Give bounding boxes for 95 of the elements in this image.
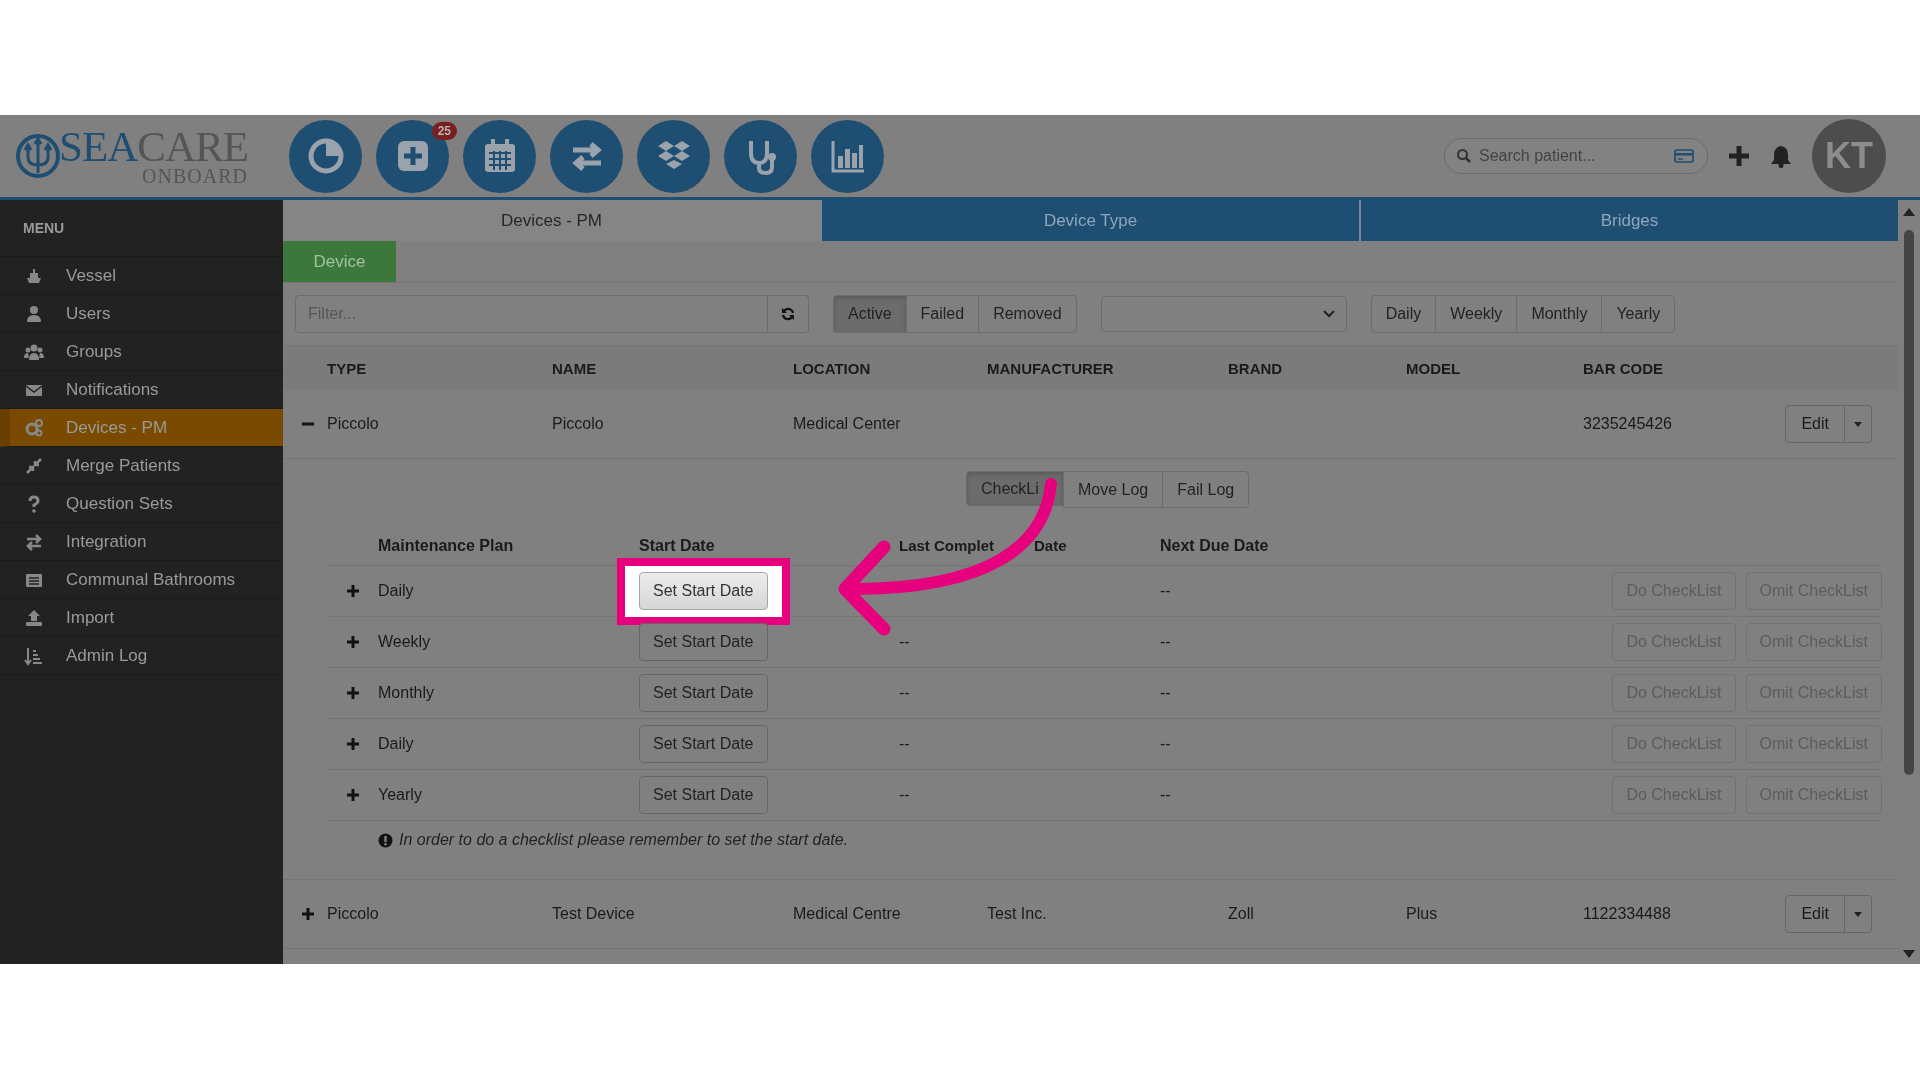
expand-icon[interactable] (345, 584, 360, 598)
edit-button[interactable]: Edit (1785, 405, 1845, 443)
expand-icon[interactable] (345, 737, 360, 751)
column-header: LOCATION (793, 359, 872, 377)
table-cell: Medical Center (793, 415, 901, 433)
column-header: Maintenance Plan (378, 537, 515, 555)
logo-text-sea: SEA (59, 123, 138, 170)
search-icon (1456, 148, 1472, 164)
compress-arrows-icon (24, 455, 44, 476)
table-cell: Plus (1406, 905, 1438, 923)
column-header: Date (1034, 537, 1067, 554)
filter-button[interactable]: Yearly (1601, 295, 1676, 333)
scroll-thumb[interactable] (1904, 230, 1914, 775)
log-tab[interactable]: Move Log (1063, 471, 1164, 508)
user-avatar[interactable]: KT (1812, 119, 1886, 193)
tab[interactable]: Bridges (1359, 200, 1898, 241)
edit-button[interactable]: Edit (1785, 895, 1845, 933)
upload-icon (24, 607, 44, 628)
sidebar-item[interactable]: Merge Patients (0, 447, 283, 485)
filter-button[interactable]: Monthly (1516, 295, 1603, 333)
plan-name: Daily (378, 735, 414, 753)
plan-name: Yearly (378, 786, 422, 804)
filter-button[interactable]: Active (833, 295, 907, 333)
sidebar-item[interactable]: Communal Bathrooms (0, 561, 283, 599)
card-icon (1674, 148, 1694, 164)
table-cell: Test Device (552, 905, 635, 923)
sidebar-item[interactable]: Groups (0, 333, 283, 371)
bell-icon[interactable] (1770, 144, 1792, 168)
sort-list-icon (24, 645, 44, 666)
add-icon[interactable] (1728, 145, 1750, 167)
sidebar-item[interactable]: Question Sets (0, 485, 283, 523)
column-header: MANUFACTURER (987, 359, 1115, 377)
table-cell: -- (1160, 582, 1171, 600)
count-badge: 25 (431, 121, 457, 140)
filter-button[interactable]: Removed (978, 295, 1077, 333)
sidebar-item[interactable]: Integration (0, 523, 283, 561)
hint-text: In order to do a checklist please remember to set the start date. (399, 831, 849, 849)
expand-icon[interactable] (345, 788, 360, 802)
column-header: BRAND (1228, 359, 1284, 377)
column-header: Last Complet (899, 537, 994, 554)
trident-logo-icon (15, 133, 61, 179)
expand-icon[interactable] (345, 686, 360, 700)
caret-icon (1854, 421, 1862, 427)
table-cell: -- (1160, 786, 1171, 804)
search-field[interactable]: Search patient... (1444, 138, 1708, 174)
sidebar-item[interactable]: Admin Log (0, 637, 283, 675)
device-tab[interactable]: Device (283, 241, 396, 282)
dropdown-field[interactable] (1100, 296, 1347, 332)
refresh-icon (781, 307, 795, 321)
log-tab[interactable]: CheckLi (966, 471, 1064, 506)
table-cell: Test Inc. (987, 905, 1047, 923)
log-tab[interactable]: Fail Log (1162, 471, 1250, 508)
column-header: MODEL (1406, 359, 1462, 377)
expand-icon[interactable] (301, 907, 315, 921)
sidebar-item[interactable]: Devices - PM (0, 409, 283, 447)
scroll-up-icon[interactable] (1903, 208, 1915, 216)
logo-text-care: CARE (137, 123, 248, 170)
tab[interactable]: Device Type (820, 200, 1359, 241)
scroll-down-icon[interactable] (1903, 950, 1915, 958)
sidebar-item[interactable]: Vessel (0, 257, 283, 295)
refresh-button[interactable] (768, 295, 809, 333)
table-cell: Piccolo (327, 415, 379, 433)
tab[interactable]: Devices - PM (283, 200, 820, 241)
expand-icon[interactable] (345, 635, 360, 649)
table-cell: -- (1160, 633, 1171, 651)
exclamation-icon (378, 832, 393, 848)
table-cell: -- (899, 633, 910, 651)
column-header: NAME (552, 359, 598, 377)
column-header: Start Date (639, 537, 716, 555)
filter-button[interactable]: Daily (1370, 295, 1437, 333)
chevron-down-icon (1321, 309, 1336, 319)
plan-name: Weekly (378, 633, 431, 651)
user-icon (24, 303, 44, 324)
table-cell: -- (899, 786, 910, 804)
swap-arrows-icon (24, 531, 44, 552)
filter-button[interactable]: Weekly (1435, 295, 1518, 333)
sidebar-item[interactable]: Users (0, 295, 283, 333)
table-cell: Piccolo (552, 415, 604, 433)
sidebar-item[interactable]: Import (0, 599, 283, 637)
plan-name: Monthly (378, 684, 435, 702)
table-cell: -- (1160, 735, 1171, 753)
column-header: BAR CODE (1583, 359, 1664, 377)
table-cell: Medical Centre (793, 905, 901, 923)
table-cell: Zoll (1228, 905, 1254, 923)
caret-icon (1854, 911, 1862, 917)
table-cell: -- (1160, 684, 1171, 702)
table-cell: -- (899, 684, 910, 702)
filter-button[interactable]: Failed (905, 295, 980, 333)
table-cell: Piccolo (327, 905, 379, 923)
column-header: TYPE (327, 359, 368, 377)
table-cell: -- (899, 735, 910, 753)
plan-name: Daily (378, 582, 414, 600)
table-cell: 3235245426 (1583, 415, 1672, 433)
table-cell: 1122334488 (1583, 905, 1671, 923)
column-header: Next Due Date (1160, 537, 1270, 555)
